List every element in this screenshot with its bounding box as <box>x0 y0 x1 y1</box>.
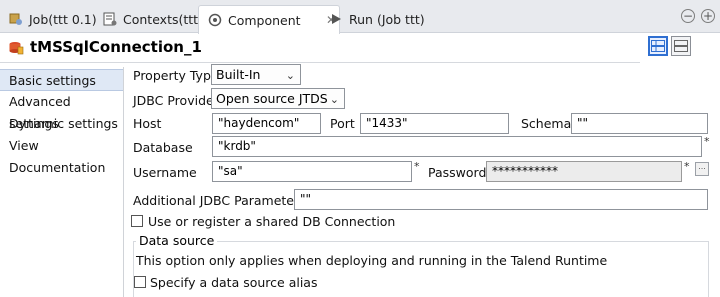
port-label: Port <box>330 116 355 131</box>
maximize-glyph: + <box>702 9 714 23</box>
schema-label: Schema <box>521 116 572 131</box>
shared-connection-checkbox[interactable] <box>131 215 143 227</box>
shared-connection-label: Use or register a shared DB Connection <box>148 214 396 229</box>
job-icon <box>8 11 24 27</box>
data-source-group-title: Data source <box>136 233 218 248</box>
port-input[interactable]: "1433" <box>360 113 509 134</box>
data-source-alias-checkbox[interactable] <box>134 276 146 288</box>
nav-advanced-settings[interactable]: Advanced settings <box>0 91 123 131</box>
maximize-icon[interactable]: + <box>701 9 715 23</box>
property-type-value: Built-In <box>216 67 261 82</box>
additional-params-input[interactable]: "" <box>294 189 708 210</box>
tab-contexts[interactable]: Contexts(ttt) <box>102 6 203 32</box>
password-input[interactable]: *********** <box>486 161 682 182</box>
component-icon <box>207 12 223 28</box>
editor-tab-bar: Job(ttt 0.1) Contexts(ttt) Component ✕ R… <box>0 0 720 34</box>
title-divider <box>0 62 640 63</box>
nav-documentation[interactable]: Documentation <box>0 157 123 179</box>
property-type-label: Property Type <box>133 68 219 83</box>
play-icon <box>328 11 344 27</box>
chevron-down-icon: ⌄ <box>329 93 339 106</box>
data-source-note: This option only applies when deploying … <box>136 253 608 268</box>
nav-dynamic-settings[interactable]: Dynamic settings <box>0 113 123 135</box>
jdbc-provider-select[interactable]: Open source JTDS ⌄ <box>211 88 345 109</box>
tab-contexts-label: Contexts(ttt) <box>123 11 203 27</box>
data-source-alias-label: Specify a data source alias <box>150 275 318 290</box>
minimize-glyph: − <box>682 9 694 23</box>
schema-input[interactable]: "" <box>571 113 708 134</box>
username-required-mark: * <box>414 160 420 173</box>
tab-component-label: Component <box>228 12 301 28</box>
tab-job-label: Job(ttt 0.1) <box>29 11 97 27</box>
password-edit-button[interactable]: ... <box>695 162 709 176</box>
tab-run-label: Run (Job ttt) <box>349 11 425 27</box>
jdbc-provider-value: Open source JTDS <box>216 91 328 106</box>
database-label: Database <box>133 140 193 155</box>
host-input[interactable]: "haydencom" <box>212 113 321 134</box>
database-input[interactable]: "krdb" <box>212 136 702 157</box>
username-label: Username <box>133 165 197 180</box>
chevron-down-icon: ⌄ <box>285 69 295 82</box>
horizontal-layout-icon[interactable] <box>648 36 668 56</box>
database-required-mark: * <box>704 135 710 148</box>
tab-job[interactable]: Job(ttt 0.1) <box>8 6 97 32</box>
nav-view[interactable]: View <box>0 135 123 157</box>
username-input[interactable]: "sa" <box>212 161 412 182</box>
mssql-component-icon <box>8 40 24 56</box>
vertical-layout-icon[interactable] <box>671 36 691 56</box>
settings-nav: Basic settings Advanced settings Dynamic… <box>0 67 124 297</box>
component-title: tMSSqlConnection_1 <box>30 38 202 56</box>
host-label: Host <box>133 116 162 131</box>
jdbc-provider-label: JDBC Provider <box>133 93 219 108</box>
additional-params-label: Additional JDBC Parameters <box>133 193 306 208</box>
tab-component[interactable]: Component <box>198 5 340 34</box>
nav-basic-settings[interactable]: Basic settings <box>0 69 123 91</box>
property-type-select[interactable]: Built-In ⌄ <box>211 64 301 85</box>
contexts-icon <box>102 11 118 27</box>
minimize-icon[interactable]: − <box>681 9 695 23</box>
password-label: Password <box>428 165 487 180</box>
password-required-mark: * <box>684 160 690 173</box>
run-tab[interactable]: Run (Job ttt) <box>328 6 425 32</box>
